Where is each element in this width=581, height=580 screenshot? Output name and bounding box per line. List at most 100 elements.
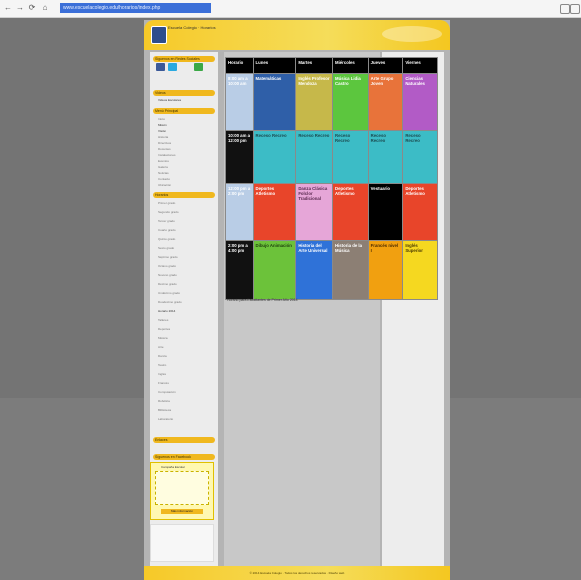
sidebar-item[interactable]: Docentes (158, 147, 171, 151)
header-viernes: Viernes (402, 57, 438, 74)
sidebar-item[interactable]: Séptimo grado (158, 255, 178, 259)
class-cell: Receso Recreo (367, 130, 404, 184)
promo-button[interactable]: Más información (161, 509, 203, 514)
sidebar-item[interactable]: Teatro (158, 363, 166, 367)
sidebar-heading-social: Siguenos en Redes Sociales (153, 56, 215, 62)
sidebar-heading-facebook: Síguenos en Facebook (153, 454, 215, 460)
class-cell: Arte Grupo Joven (367, 73, 404, 131)
reload-icon[interactable]: ⟳ (27, 3, 37, 13)
class-cell: Receso Recreo (332, 130, 369, 184)
sidebar-item[interactable]: Instalaciones (158, 153, 176, 157)
class-cell: Receso Recreo (295, 130, 333, 184)
class-cell: Francés nivel I (367, 240, 404, 300)
header-martes: Martes (295, 57, 333, 74)
class-cell: Historia de la Música (332, 240, 369, 300)
sidebar-item[interactable]: Visión (158, 129, 166, 133)
time-cell: 10:00 am a 12:00 pm (225, 130, 254, 184)
header-decoration (382, 26, 442, 42)
twitter-icon[interactable] (168, 63, 177, 71)
sidebar-item[interactable]: Robótica (158, 399, 170, 403)
class-cell: Historia del Arte Universal (295, 240, 333, 300)
promo-title: Campaña Escolar (161, 465, 185, 469)
class-cell: Vestuario (367, 183, 404, 241)
sidebar-item[interactable]: Sexto grado (158, 246, 174, 250)
schedule-row: 10:00 am a 12:00 pm Receso Recreo Receso R… (225, 130, 438, 184)
header-jueves: Jueves (367, 57, 404, 74)
sidebar-item[interactable]: Noveno grado (158, 273, 177, 277)
schedule-caption: Horario para Estudiantes de Primer Año 2… (227, 298, 298, 302)
sidebar-item[interactable]: Misión (158, 123, 167, 127)
sidebar-item[interactable]: Segundo grado (158, 210, 179, 214)
sidebar-item[interactable]: Talleres (158, 318, 168, 322)
sidebar-item[interactable]: Biblioteca (158, 408, 171, 412)
class-cell: Deportes Atletismo (252, 183, 297, 241)
home-icon[interactable]: ⌂ (40, 3, 50, 13)
sidebar-item[interactable]: Francés (158, 381, 169, 385)
class-cell: Receso Recreo (252, 130, 297, 184)
sidebar-heading-enlaces: Enlaces (153, 437, 215, 443)
back-icon[interactable]: ← (3, 3, 13, 13)
school-logo-icon[interactable] (151, 26, 167, 44)
sidebar-item[interactable]: Inicio (158, 117, 165, 121)
sidebar-item[interactable]: Horario 2014 (158, 309, 175, 313)
forward-icon[interactable]: → (15, 3, 25, 13)
class-cell: Música Lidia Castro (332, 73, 369, 131)
sidebar-heading-videos: Videos (153, 90, 215, 96)
sidebar-item[interactable]: Inglés (158, 372, 166, 376)
sidebar-item[interactable]: Arte (158, 345, 164, 349)
sidebar-item[interactable]: Ubicación (158, 183, 171, 187)
header-miercoles: Miércoles (332, 57, 369, 74)
time-cell: 8:00 am a 10:00 am (225, 73, 254, 131)
header-lunes: Lunes (252, 57, 297, 74)
sidebar-item[interactable]: Primer grado (158, 201, 175, 205)
sidebar-item[interactable]: Computación (158, 390, 176, 394)
promo-widget: Campaña Escolar Más información (150, 462, 214, 520)
sidebar-item[interactable]: Eventos (158, 159, 169, 163)
extension-icon[interactable] (560, 4, 570, 14)
class-cell: Matemáticas (252, 73, 297, 131)
time-cell: 2:00 pm a 4:00 pm (225, 240, 254, 300)
schedule-row: 12:00 pm a 2:00 pm Deportes Atletismo Danz… (225, 183, 438, 241)
facebook-icon[interactable] (156, 63, 165, 71)
sidebar-item[interactable]: Cuarto grado (158, 228, 176, 232)
sidebar-item[interactable]: Historia (158, 135, 168, 139)
site-header: Escuela Colegio · Horarios (144, 20, 450, 50)
schedule-table: Horario Lunes Martes Miércoles Jueves Vi… (225, 57, 438, 300)
browser-toolbar: ← → ⟳ ⌂ www.escuelacolegio.edu/horarios/… (0, 0, 581, 18)
sidebar-item[interactable]: Undécimo grado (158, 291, 180, 295)
class-cell: Ciencias Naturales (402, 73, 438, 131)
sidebar-item[interactable]: Danza (158, 354, 167, 358)
sidebar-item[interactable]: Contacto (158, 177, 170, 181)
sidebar-item[interactable]: Duodécimo grado (158, 300, 182, 304)
youtube-icon[interactable] (194, 63, 203, 71)
class-cell: Inglés Superior (402, 240, 438, 300)
visitor-stats (150, 524, 214, 562)
sidebar-item[interactable]: Deportes (158, 327, 170, 331)
site-title: Escuela Colegio · Horarios (168, 25, 216, 30)
sidebar-item[interactable]: Quinto grado (158, 237, 175, 241)
class-cell: Inglés Profesor Mendoza (295, 73, 333, 131)
time-cell: 12:00 pm a 2:00 pm (225, 183, 254, 241)
header-horario: Horario (225, 57, 254, 74)
sidebar-heading-menu: Menú Principal (153, 108, 215, 114)
address-bar[interactable]: www.escuelacolegio.edu/horarios/index.ph… (60, 3, 211, 13)
sidebar-item[interactable]: Noticias (158, 171, 169, 175)
class-cell: Dibujo Animación (252, 240, 297, 300)
promo-image[interactable] (155, 471, 209, 505)
sidebar-item[interactable]: Laboratorio (158, 417, 173, 421)
schedule-row: 2:00 pm a 4:00 pm Dibujo Animación Histori… (225, 240, 438, 300)
sidebar-item[interactable]: Videos Escolares (158, 98, 181, 102)
sidebar-item[interactable]: Octavo grado (158, 264, 176, 268)
sidebar-item[interactable]: Directivos (158, 141, 171, 145)
sidebar-item[interactable]: Galería (158, 165, 168, 169)
class-cell: Receso Recreo (402, 130, 438, 184)
sidebar-item[interactable]: Música (158, 336, 168, 340)
sidebar-item[interactable]: Tercer grado (158, 219, 175, 223)
class-cell: Deportes Atletismo (332, 183, 369, 241)
class-cell: Danza Clásica Folclor Tradicional (295, 183, 333, 241)
menu-icon[interactable] (570, 4, 580, 14)
class-cell: Deportes Atletismo (402, 183, 438, 241)
schedule-row: 8:00 am a 10:00 am Matemáticas Inglés Prof… (225, 73, 438, 131)
site-footer: © 2014 Escuela Colegio · Todos los derec… (144, 566, 450, 580)
sidebar-item[interactable]: Décimo grado (158, 282, 177, 286)
